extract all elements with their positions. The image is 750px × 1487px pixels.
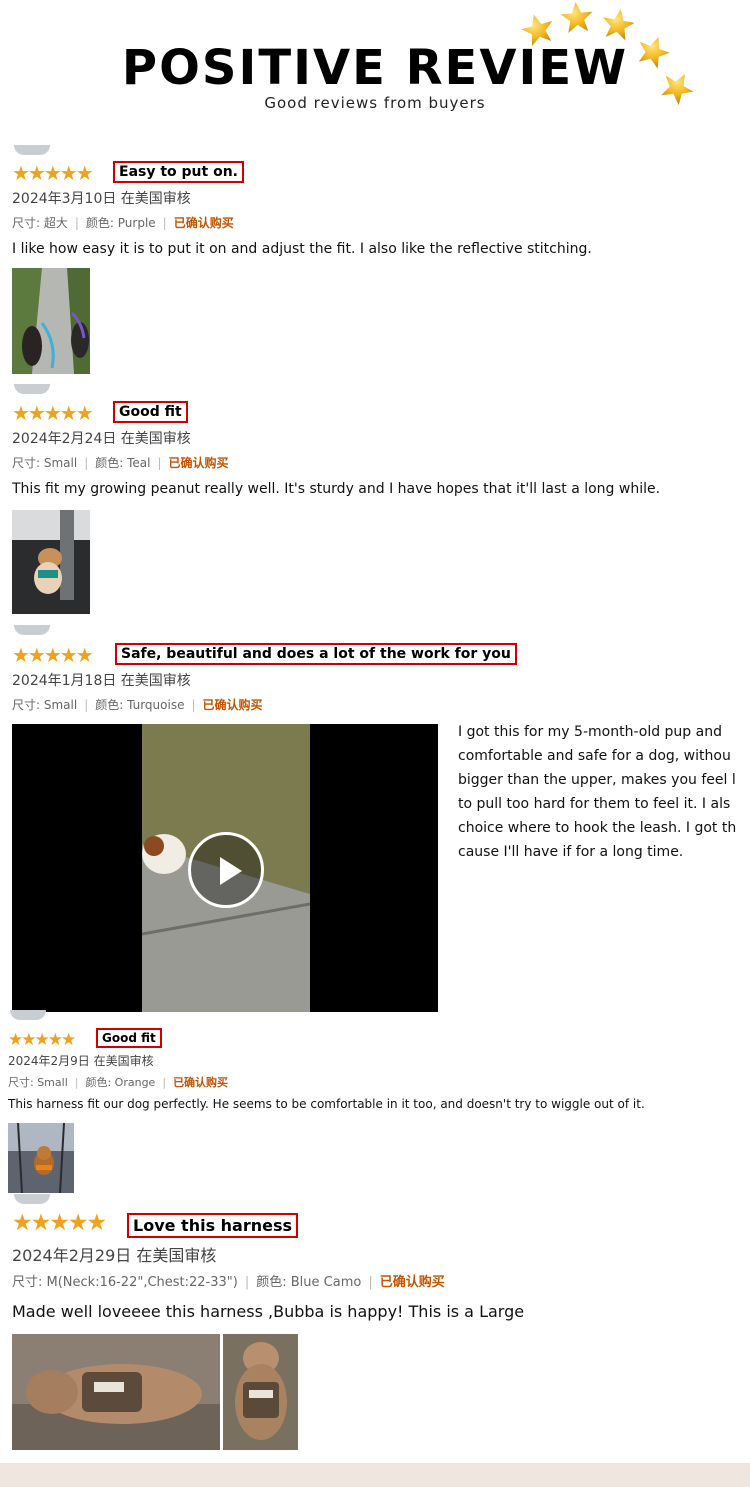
verified-purchase-badge[interactable]: 已确认购买 <box>173 1076 228 1089</box>
review-date: 2024年2月24日 在美国审核 <box>12 431 191 447</box>
review-body-line: cause I'll have if for a long time. <box>458 844 684 860</box>
review-title[interactable]: Love this harness <box>127 1213 299 1238</box>
avatar <box>14 1194 50 1204</box>
review-photo[interactable] <box>223 1334 298 1450</box>
review-body: This fit my growing peanut really well. … <box>12 481 661 497</box>
color-label: 颜色: Turquoise <box>95 698 185 712</box>
play-icon[interactable] <box>188 832 264 908</box>
star-rating: ★★★★★ <box>8 1030 76 1050</box>
review-photo[interactable] <box>8 1123 74 1193</box>
color-label: 颜色: Orange <box>85 1076 156 1089</box>
review-body: I like how easy it is to put it on and a… <box>12 241 592 257</box>
review-body-line: bigger than the upper, makes you feel l <box>458 772 736 788</box>
review-meta: 尺寸: 超大 | 颜色: Purple | 已确认购买 <box>12 216 234 230</box>
star-rating: ★★★★★ <box>12 643 94 667</box>
avatar <box>14 625 50 635</box>
color-label: 颜色: Purple <box>85 216 156 230</box>
review-date: 2024年1月18日 在美国审核 <box>12 673 191 689</box>
review-title[interactable]: Good fit <box>113 401 188 423</box>
review-meta: 尺寸: Small | 颜色: Turquoise | 已确认购买 <box>12 698 263 712</box>
star-rating: ★★★★★ <box>12 401 94 425</box>
verified-purchase-badge[interactable]: 已确认购买 <box>380 1275 445 1290</box>
size-label: 尺寸: Small <box>12 456 78 470</box>
avatar <box>14 145 50 155</box>
review-photo[interactable] <box>12 510 90 614</box>
review-body-line: to pull too hard for them to feel it. I … <box>458 796 731 812</box>
review-title[interactable]: Easy to put on. <box>113 161 244 183</box>
review-meta: 尺寸: Small | 颜色: Orange | 已确认购买 <box>8 1076 229 1089</box>
size-label: 尺寸: 超大 <box>12 216 68 230</box>
review-video[interactable] <box>12 724 438 1012</box>
size-label: 尺寸: Small <box>8 1076 68 1089</box>
size-label: 尺寸: M(Neck:16-22",Chest:22-33") <box>12 1275 238 1290</box>
review-meta: 尺寸: Small | 颜色: Teal | 已确认购买 <box>12 456 229 470</box>
review-photo[interactable] <box>12 268 90 374</box>
review-body-line: choice where to hook the leash. I got th <box>458 820 737 836</box>
review-body-line: I got this for my 5-month-old pup and <box>458 724 722 740</box>
size-label: 尺寸: Small <box>12 698 78 712</box>
avatar <box>10 1010 46 1020</box>
avatar <box>14 384 50 394</box>
review-meta: 尺寸: M(Neck:16-22",Chest:22-33") | 颜色: Blue… <box>12 1275 445 1290</box>
footer-band <box>0 1463 750 1487</box>
review-body: I got this for my 5-month-old pup and co… <box>458 720 750 864</box>
review-date: 2024年2月29日 在美国审核 <box>12 1246 217 1265</box>
review-title[interactable]: Good fit <box>96 1028 162 1048</box>
review-title[interactable]: Safe, beautiful and does a lot of the wo… <box>115 643 517 665</box>
star-rating: ★★★★★ <box>12 1210 107 1236</box>
review-photo[interactable] <box>12 1334 220 1450</box>
review-body: This harness fit our dog perfectly. He s… <box>8 1097 645 1111</box>
verified-purchase-badge[interactable]: 已确认购买 <box>203 698 263 712</box>
star-rating: ★★★★★ <box>12 161 94 185</box>
color-label: 颜色: Blue Camo <box>256 1275 362 1290</box>
gold-star-icon <box>520 0 699 109</box>
color-label: 颜色: Teal <box>95 456 151 470</box>
review-body: Made well loveeee this harness ,Bubba is… <box>12 1302 525 1321</box>
review-body-line: comfortable and safe for a dog, withou <box>458 748 731 764</box>
verified-purchase-badge[interactable]: 已确认购买 <box>174 216 234 230</box>
review-date: 2024年2月9日 在美国审核 <box>8 1054 154 1068</box>
verified-purchase-badge[interactable]: 已确认购买 <box>169 456 229 470</box>
review-date: 2024年3月10日 在美国审核 <box>12 191 191 207</box>
